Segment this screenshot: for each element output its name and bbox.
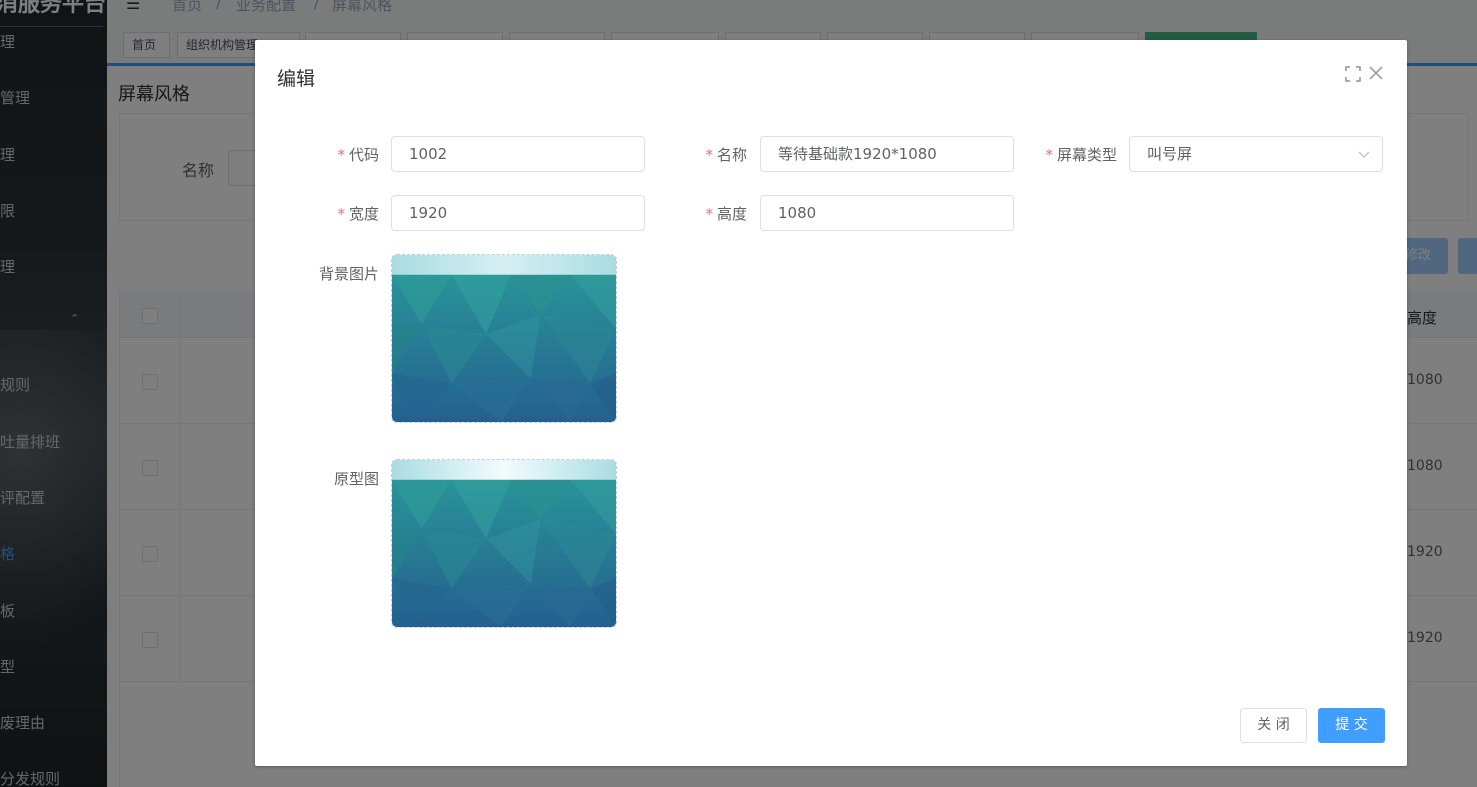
- required-asterisk: *: [337, 205, 345, 223]
- background-image-upload[interactable]: [391, 254, 617, 423]
- name-input[interactable]: 等待基础款1920*1080: [760, 136, 1014, 172]
- prototype-image-upload[interactable]: [391, 459, 617, 628]
- screen-type-value: 叫号屏: [1147, 145, 1193, 163]
- code-label: * 代码: [337, 146, 379, 164]
- edit-dialog: 编辑 * 代码 1002 * 名称 等待基础款1920*1080 * 屏幕类型 叫号屏…: [255, 40, 1407, 766]
- required-asterisk: *: [705, 205, 713, 223]
- submit-button[interactable]: 提 交: [1318, 708, 1385, 743]
- fullscreen-icon[interactable]: [1345, 66, 1361, 82]
- screen-type-select[interactable]: 叫号屏: [1129, 136, 1383, 172]
- background-image-label: 背景图片: [318, 265, 379, 283]
- height-input[interactable]: 1080: [760, 195, 1014, 231]
- width-label: * 宽度: [337, 205, 379, 223]
- code-input[interactable]: 1002: [391, 136, 645, 172]
- required-asterisk: *: [337, 146, 345, 164]
- background-image-thumbnail: [392, 255, 616, 422]
- prototype-image-thumbnail: [392, 460, 616, 627]
- chevron-down-icon: [1358, 151, 1370, 158]
- height-label: * 高度: [705, 205, 747, 223]
- required-asterisk: *: [705, 146, 713, 164]
- close-button[interactable]: 关 闭: [1240, 708, 1307, 743]
- required-asterisk: *: [1045, 146, 1053, 164]
- screen-type-label: * 屏幕类型: [1045, 146, 1117, 164]
- name-label: * 名称: [705, 146, 747, 164]
- close-icon[interactable]: [1369, 66, 1383, 80]
- width-input[interactable]: 1920: [391, 195, 645, 231]
- dialog-title: 编辑: [277, 68, 316, 90]
- prototype-image-label: 原型图: [333, 470, 379, 488]
